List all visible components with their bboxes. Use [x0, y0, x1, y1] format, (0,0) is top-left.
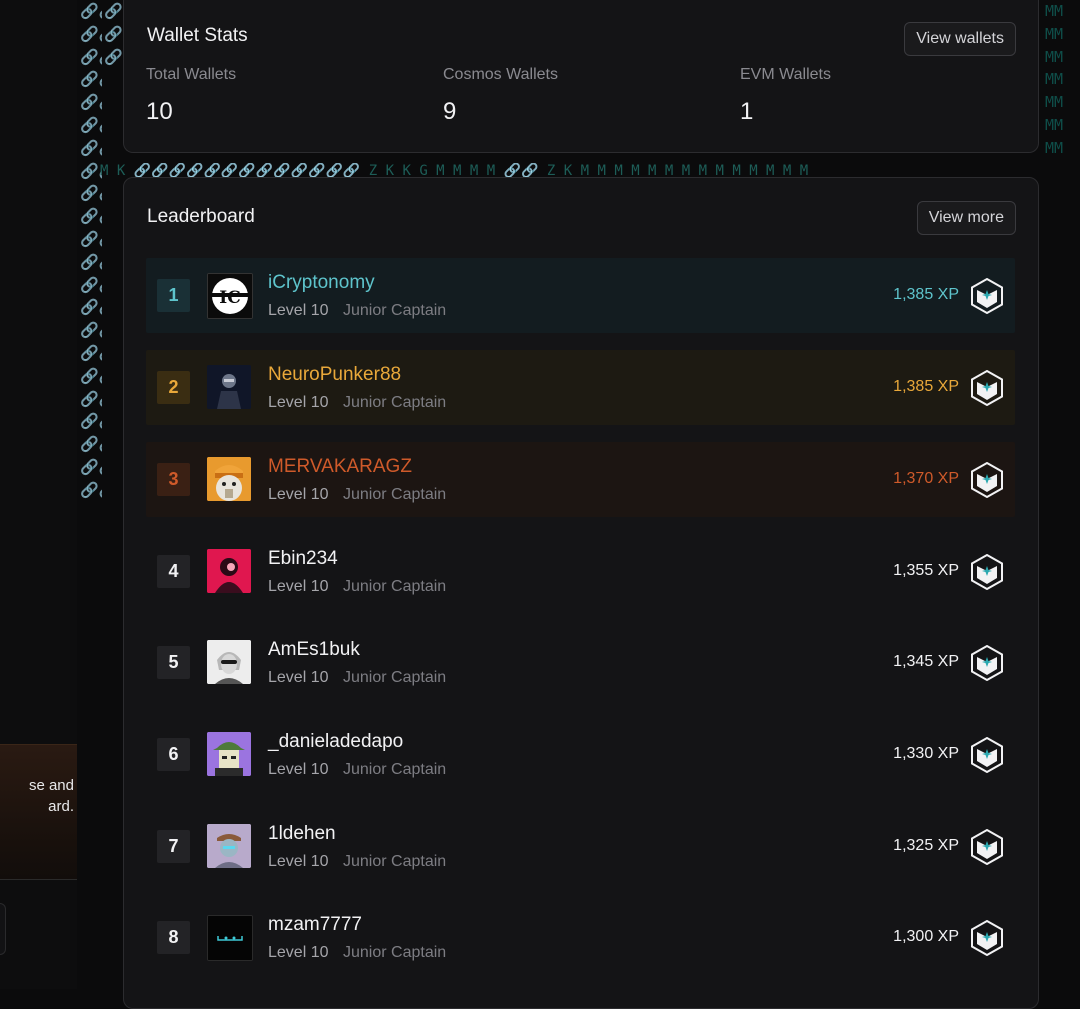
- xp-value: 1,355 XP: [893, 562, 959, 579]
- left-panel: se and ard.: [0, 0, 77, 989]
- stat-total-wallets: Total Wallets 10: [146, 66, 236, 126]
- rank-shield-icon: [971, 829, 1003, 865]
- xp-value: 1,370 XP: [893, 470, 959, 487]
- leaderboard-row[interactable]: 4 Ebin234 Level 10 Junior Captain 1,355 …: [146, 534, 1015, 609]
- avatar-icon: [207, 732, 251, 776]
- wallet-stats-card: Wallet Stats View wallets Total Wallets …: [123, 0, 1039, 153]
- user-rank-title: Junior Captain: [343, 669, 447, 686]
- xp-value: 1,385 XP: [893, 286, 959, 303]
- user-level: Level 10: [268, 394, 329, 411]
- rank-shield-icon: [971, 737, 1003, 773]
- avatar[interactable]: [207, 549, 251, 593]
- username[interactable]: iCryptonomy: [268, 272, 375, 294]
- left-promo-line2: ard.: [48, 798, 74, 815]
- user-rank-title: Junior Captain: [343, 761, 447, 778]
- user-rank-title: Junior Captain: [343, 944, 447, 961]
- pattern-column-mid: 🔗🔗🔗🔗🔗: [104, 2, 124, 66]
- user-level: Level 10: [268, 486, 329, 503]
- xp-value: 1,330 XP: [893, 745, 959, 762]
- rank-shield-icon: [971, 554, 1003, 590]
- leaderboard-row[interactable]: 5 AmEs1buk Level 10 Junior Captain 1,345…: [146, 625, 1015, 700]
- avatar[interactable]: [207, 640, 251, 684]
- stat-value: 10: [146, 98, 173, 125]
- stat-label: EVM Wallets: [740, 66, 831, 83]
- username[interactable]: Ebin234: [268, 548, 338, 570]
- rank-badge: 6: [157, 738, 190, 771]
- rank-badge: 1: [157, 279, 190, 312]
- stat-evm-wallets: EVM Wallets 1: [740, 66, 831, 126]
- user-rank-title: Junior Captain: [343, 486, 447, 503]
- user-level: Level 10: [268, 761, 329, 778]
- stat-label: Total Wallets: [146, 66, 237, 83]
- rank-shield-icon: [971, 370, 1003, 406]
- rank-badge: 8: [157, 921, 190, 954]
- avatar[interactable]: IC: [207, 273, 253, 319]
- username[interactable]: _danieladedapo: [268, 731, 403, 753]
- user-level: Level 10: [268, 944, 329, 961]
- avatar[interactable]: [207, 732, 251, 776]
- stat-value: 1: [740, 98, 754, 125]
- avatar[interactable]: [207, 365, 251, 409]
- xp-value: 1,345 XP: [893, 653, 959, 670]
- leaderboard-row[interactable]: 2 NeuroPunker88 Level 10 Junior Captain …: [146, 350, 1015, 425]
- leaderboard-row[interactable]: 7 1ldehen Level 10 Junior Captain 1,325 …: [146, 809, 1015, 884]
- avatar-icon: [207, 824, 251, 868]
- view-more-button[interactable]: View more: [916, 201, 1016, 235]
- avatar-icon: [207, 365, 251, 409]
- xp-value: 1,325 XP: [893, 837, 959, 854]
- wallet-stats-title: Wallet Stats: [147, 25, 248, 46]
- username[interactable]: MERVAKARAGZ: [268, 456, 412, 478]
- stat-cosmos-wallets: Cosmos Wallets 9: [443, 66, 558, 126]
- avatar-icon: [207, 549, 251, 593]
- leaderboard-card: Leaderboard View more 1 IC iCryptonomy L…: [123, 177, 1039, 1009]
- rank-badge: 7: [157, 830, 190, 863]
- username[interactable]: NeuroPunker88: [268, 364, 401, 386]
- avatar-icon: [208, 916, 252, 960]
- left-bottom-element[interactable]: [0, 903, 6, 955]
- user-rank-title: Junior Captain: [343, 302, 447, 319]
- stat-value: 9: [443, 98, 457, 125]
- avatar[interactable]: [207, 457, 251, 501]
- avatar-icon: IC: [208, 274, 252, 318]
- view-wallets-button[interactable]: View wallets: [904, 22, 1016, 56]
- avatar[interactable]: [207, 824, 251, 868]
- left-promo-text: se and ard.: [0, 775, 74, 817]
- avatar[interactable]: [207, 915, 253, 961]
- user-level: Level 10: [268, 302, 329, 319]
- rank-shield-icon: [971, 920, 1003, 956]
- rank-shield-icon: [971, 462, 1003, 498]
- username[interactable]: 1ldehen: [268, 823, 336, 845]
- user-rank-title: Junior Captain: [343, 578, 447, 595]
- avatar-icon: [207, 457, 251, 501]
- avatar-icon: [207, 640, 251, 684]
- user-level: Level 10: [268, 853, 329, 870]
- rank-shield-icon: [971, 278, 1003, 314]
- left-promo-card[interactable]: se and ard.: [0, 744, 77, 880]
- rank-badge: 5: [157, 646, 190, 679]
- user-level: Level 10: [268, 669, 329, 686]
- user-rank-title: Junior Captain: [343, 394, 447, 411]
- leaderboard-row[interactable]: 1 IC iCryptonomy Level 10 Junior Captain…: [146, 258, 1015, 333]
- pattern-column-left: 🔗🔗🔗🔗🔗🔗🔗🔗🔗🔗🔗🔗🔗🔗🔗🔗🔗🔗🔗🔗🔗🔗🔗🔗🔗🔗🔗🔗🔗🔗🔗🔗🔗🔗🔗🔗🔗🔗🔗🔗…: [80, 2, 102, 499]
- xp-value: 1,385 XP: [893, 378, 959, 395]
- username[interactable]: AmEs1buk: [268, 639, 360, 661]
- leaderboard-row[interactable]: 8 mzam7777 Level 10 Junior Captain 1,300…: [146, 900, 1015, 975]
- rank-shield-icon: [971, 645, 1003, 681]
- user-rank-title: Junior Captain: [343, 853, 447, 870]
- pattern-column-right: MMMMMMMMMMMMMM: [1045, 2, 1064, 157]
- rank-badge: 4: [157, 555, 190, 588]
- svg-text:IC: IC: [219, 288, 240, 308]
- stat-label: Cosmos Wallets: [443, 66, 558, 83]
- username[interactable]: mzam7777: [268, 914, 362, 936]
- xp-value: 1,300 XP: [893, 928, 959, 945]
- rank-badge: 3: [157, 463, 190, 496]
- leaderboard-title: Leaderboard: [147, 206, 255, 227]
- rank-badge: 2: [157, 371, 190, 404]
- leaderboard-row[interactable]: 6 _danieladedapo Level 10 Junior Captain…: [146, 717, 1015, 792]
- user-level: Level 10: [268, 578, 329, 595]
- left-promo-line1: se and: [28, 777, 74, 794]
- leaderboard-row[interactable]: 3 MERVAKARAGZ Level 10 Junior Captain 1,…: [146, 442, 1015, 517]
